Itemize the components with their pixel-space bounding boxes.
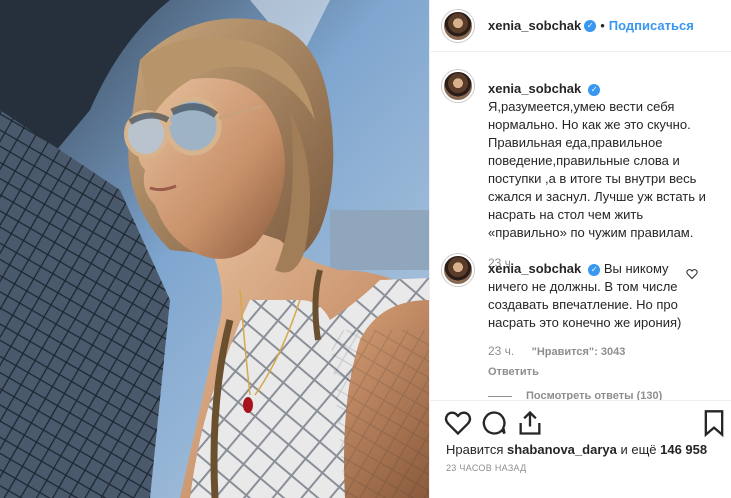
heart-icon[interactable]	[444, 409, 472, 437]
verified-icon: ✓	[584, 19, 597, 32]
post-actions: Нравится shabanova_darya и ещё 146 958 2…	[430, 400, 731, 498]
reply-button[interactable]: Ответить	[488, 363, 706, 381]
avatar[interactable]	[442, 254, 474, 286]
action-icons	[438, 409, 728, 437]
share-icon[interactable]	[516, 409, 544, 437]
reply-username[interactable]: xenia_sobchak	[488, 261, 581, 276]
separator-dot: •	[600, 18, 605, 33]
reply-body: xenia_sobchak ✓ Вы никому ничего не должн…	[488, 260, 706, 400]
likes-mid: и ещё	[620, 442, 657, 457]
heart-icon[interactable]	[686, 268, 698, 280]
post-side-panel: xenia_sobchak ✓ • Подписаться xenia_sobc…	[429, 0, 731, 498]
post-timestamp[interactable]: 23 ЧАСОВ НАЗАД	[446, 463, 527, 473]
reply-likes[interactable]: "Нравится": 3043	[532, 346, 626, 358]
reply-meta: 23 ч. "Нравится": 3043	[488, 342, 706, 361]
caption-comment: xenia_sobchak ✓ Я,разумеется,умею вести с…	[442, 64, 724, 272]
post-photo[interactable]	[0, 0, 429, 498]
caption-username[interactable]: xenia_sobchak	[488, 81, 581, 96]
caption-text: Я,разумеется,умею вести себя нормально. …	[488, 99, 706, 240]
likes-summary: Нравится shabanova_darya и ещё 146 958	[446, 442, 707, 457]
view-replies-label: Посмотреть ответы (130)	[526, 390, 663, 400]
header-user-block: xenia_sobchak ✓ • Подписаться	[488, 18, 694, 33]
likes-user-link[interactable]: shabanova_darya	[507, 442, 617, 457]
likes-prefix: Нравится	[446, 442, 504, 457]
view-replies-button[interactable]: Посмотреть ответы (130)	[488, 387, 706, 400]
reply-time[interactable]: 23 ч.	[488, 344, 514, 358]
caption-body: xenia_sobchak ✓ Я,разумеется,умею вести с…	[488, 80, 720, 272]
header-username[interactable]: xenia_sobchak	[488, 18, 581, 33]
comment-icon[interactable]	[480, 409, 508, 437]
comments-list[interactable]: xenia_sobchak ✓ Я,разумеется,умею вести с…	[430, 64, 731, 400]
post-header: xenia_sobchak ✓ • Подписаться	[430, 0, 731, 52]
verified-icon: ✓	[588, 83, 601, 96]
likes-count[interactable]: 146 958	[660, 442, 707, 457]
divider	[488, 395, 512, 397]
list-item: xenia_sobchak ✓ Вы никому ничего не должн…	[442, 248, 724, 400]
verified-icon: ✓	[588, 263, 601, 276]
avatar[interactable]	[442, 9, 474, 42]
avatar[interactable]	[442, 70, 474, 102]
photo-illustration	[0, 0, 429, 498]
bookmark-icon[interactable]	[700, 409, 728, 437]
follow-button[interactable]: Подписаться	[609, 18, 694, 33]
